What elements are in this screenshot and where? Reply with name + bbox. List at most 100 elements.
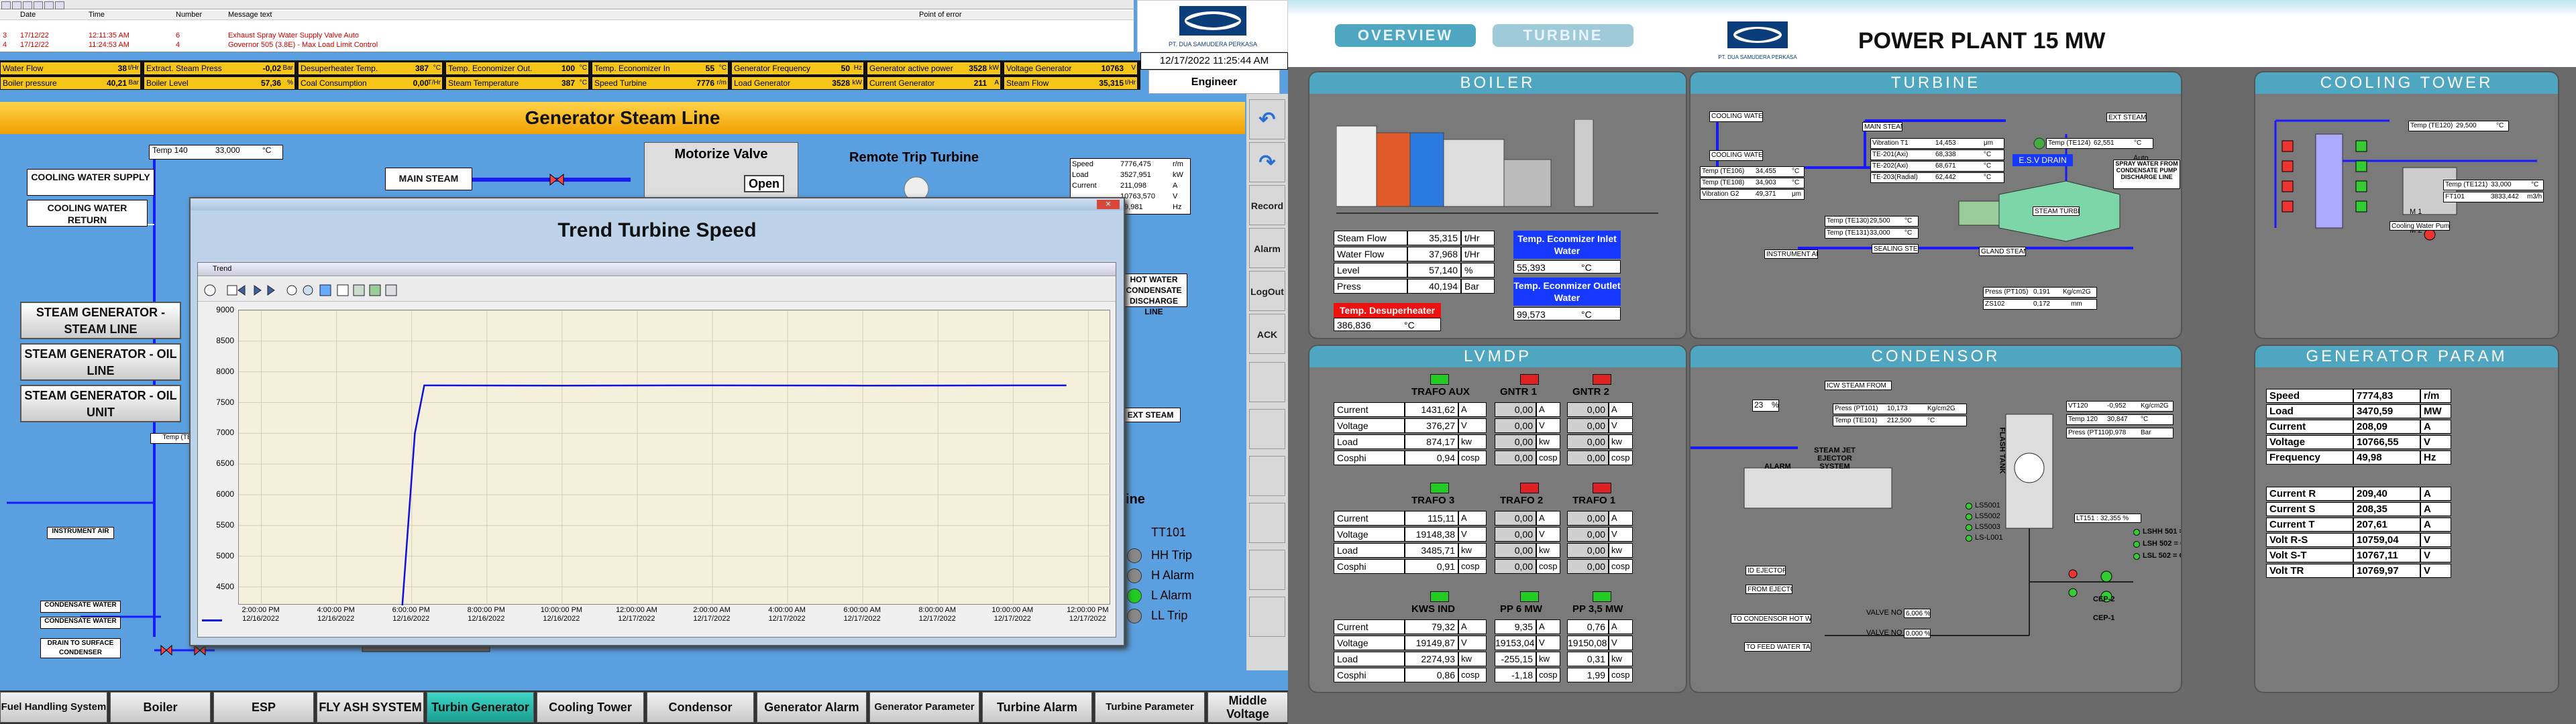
ext-steam-label: EXT STEAM: [2106, 113, 2147, 122]
nav-cooling-tower[interactable]: Cooling Tower: [537, 692, 644, 723]
empty-button[interactable]: [1249, 456, 1285, 496]
tag-label: Water Flow: [3, 64, 44, 73]
toolbar-icon[interactable]: [55, 1, 64, 9]
toolbar-icon[interactable]: [1, 1, 11, 9]
tag-unit: °C: [718, 64, 727, 72]
empty-button[interactable]: [1249, 597, 1285, 637]
gen-row-label: Current S: [2266, 502, 2353, 516]
gen-row-value: 10769,97: [2353, 564, 2420, 578]
te131-readout: Temp (TE131) 33,000 °C: [1825, 228, 1919, 239]
x-tick-time: 6:00:00 PM: [392, 606, 430, 614]
steam-generator-oil-unit-button[interactable]: STEAM GENERATOR - OIL UNIT: [20, 385, 181, 422]
empty-button[interactable]: [1249, 362, 1285, 402]
tab-overview[interactable]: OVERVIEW: [1335, 24, 1476, 47]
toolbar-icon[interactable]: [12, 1, 21, 9]
x-tick-label: 2:00:00 PM 12/16/2022: [234, 606, 288, 623]
turbine-temp-readings: Temp (TE106) 34,455 °C Temp (TE108) 34,903 °C…: [1700, 166, 1807, 206]
steam-generator-steam-line-button[interactable]: STEAM GENERATOR - STEAM LINE: [20, 302, 181, 339]
y-tick-label: 5000: [216, 550, 234, 560]
reading-value: 62,442: [1935, 174, 1956, 181]
tag-label: Speed Turbine: [594, 78, 647, 88]
steam-generator-oil-line-button[interactable]: STEAM GENERATOR - OIL LINE: [20, 343, 181, 381]
tab-turbine[interactable]: TURBINE: [1493, 24, 1633, 47]
logout-button[interactable]: LogOut: [1249, 271, 1285, 311]
toolbar-icon[interactable]: [23, 1, 32, 9]
hot-water-label: HOT WATER CONDENSATE DISCHARGE LINE: [1120, 274, 1187, 316]
alarm-button[interactable]: Alarm: [1249, 228, 1285, 268]
reading-unit: °C: [1984, 162, 1992, 170]
col-time: Time: [89, 11, 105, 19]
svg-text:PT. DUA SAMUDERA PERKASA: PT. DUA SAMUDERA PERKASA: [1169, 41, 1257, 48]
trend-control[interactable]: Trend 4500 5000 5500 6000 6500 7000 7500…: [197, 262, 1116, 638]
tag-readout: Steam Flow 35,315 t/Hr: [1004, 76, 1138, 90]
lvmdp-unit: V: [1536, 418, 1560, 433]
toolbar-icon[interactable]: [44, 1, 54, 9]
lvmdp-col-header: GNTR 2: [1572, 386, 1610, 398]
econ-inlet-label: Temp. Econmizer Inlet Water: [1513, 231, 1621, 259]
toolbar-icon[interactable]: [34, 1, 43, 9]
nav-turbin-generator[interactable]: Turbin Generator: [427, 692, 534, 723]
lvmdp-unit: A: [1536, 619, 1560, 634]
row-time: 12:11:35 AM: [89, 32, 129, 40]
lvmdp-value: 79,32: [1405, 619, 1458, 634]
alarm-row[interactable]: 3 17/12/22 12:11:35 AM 6 Exhaust Spray W…: [0, 32, 1134, 41]
alarm-table[interactable]: Date Time Number Message text Point of e…: [0, 0, 1134, 52]
nav-turbine-parameter[interactable]: Turbine Parameter: [1095, 692, 1205, 723]
boiler-row-unit: t/Hr: [1461, 231, 1495, 245]
status-indicator: [1430, 374, 1449, 385]
lvmdp-value: 0,86: [1405, 668, 1458, 682]
nav-condensor[interactable]: Condensor: [647, 692, 754, 723]
gen-row-value: 10767,11: [2353, 548, 2420, 562]
nav-fly-ash-system[interactable]: FLY ASH SYSTEM: [317, 692, 424, 723]
open-button[interactable]: Open: [744, 175, 784, 192]
tag-unit: Hz: [853, 64, 862, 72]
x-tick-label: 12:00:00 AM 12/17/2022: [610, 606, 663, 623]
tag-unit: °C: [579, 79, 587, 86]
instrument-air-label: INSTRUMENT AIR: [1764, 249, 1818, 259]
tag-readout: Coal Consumption 0,00 T/Hr: [298, 76, 443, 90]
trend-plot-area[interactable]: [238, 310, 1111, 606]
nav-boiler[interactable]: Boiler: [110, 692, 211, 723]
row-date: 17/12/22: [20, 41, 49, 49]
lvmdp-row-label: Voltage: [1334, 527, 1405, 542]
trend-window[interactable]: ✕ Trend Turbine Speed Trend 4500 5000 55…: [189, 197, 1125, 646]
ack-button[interactable]: ACK: [1249, 314, 1285, 354]
switch-label: LS5001: [1975, 501, 2000, 509]
nav-middle-voltage[interactable]: Middle Voltage: [1208, 692, 1288, 723]
level-switch: LS5003: [1966, 523, 2012, 532]
switch-indicator-icon: [1966, 514, 1972, 520]
nav-fuel-handling-system[interactable]: Fuel Handling System: [0, 692, 107, 723]
x-tick-time: 2:00:00 AM: [693, 606, 731, 614]
nav-generator-parameter[interactable]: Generator Parameter: [869, 692, 979, 723]
alarm-row[interactable]: 4 17/12/22 11:24:53 AM 4 Governor 505 (3…: [0, 41, 1134, 50]
nav-turbine-alarm[interactable]: Turbine Alarm: [982, 692, 1092, 723]
boiler-row-label: Press: [1334, 279, 1407, 294]
desuperheater-readout: 386,836 °C: [1334, 318, 1441, 331]
lvmdp-value: 0,00: [1495, 511, 1536, 526]
lvmdp-value: 0,00: [1495, 402, 1536, 417]
tag-label: Desuperheater Temp.: [301, 64, 378, 73]
empty-button[interactable]: [1249, 503, 1285, 543]
tag-readout: Current Generator 211 A: [867, 76, 1001, 90]
trend-window-titlebar[interactable]: ✕: [191, 198, 1124, 210]
reading-unit: °C: [1984, 151, 1992, 158]
cooling-tower-panel: COOLING TOWER Temp (TE120) 29,500 °C Tem…: [2254, 71, 2559, 339]
lvmdp-body: TRAFO AUX GNTR 1 GNTR 2 Current 1431,62 A 0,00…: [1309, 367, 1686, 692]
switch-label: LS5002: [1975, 512, 2000, 520]
close-icon[interactable]: ✕: [1097, 200, 1120, 209]
y-tick-label: 5500: [216, 520, 234, 530]
te121-readout: Temp (TE121) 33,000 °C: [2443, 180, 2544, 190]
generator-param-header: GENERATOR PARAM: [2255, 346, 2558, 367]
tag-unit: %: [287, 79, 293, 86]
empty-button[interactable]: [1249, 409, 1285, 449]
tag-unit: T/Hr: [427, 79, 441, 86]
tag-unit: Bar: [282, 64, 293, 72]
user-display[interactable]: Engineer: [1148, 70, 1280, 94]
nav-esp[interactable]: ESP: [213, 692, 314, 723]
redo-icon[interactable]: ↷: [1249, 142, 1285, 182]
nav-generator-alarm[interactable]: Generator Alarm: [757, 692, 867, 723]
gen-row-value: 10766,55: [2353, 435, 2420, 449]
record-button[interactable]: Record: [1249, 185, 1285, 225]
empty-button[interactable]: [1249, 550, 1285, 590]
undo-icon[interactable]: ↶: [1249, 99, 1285, 139]
